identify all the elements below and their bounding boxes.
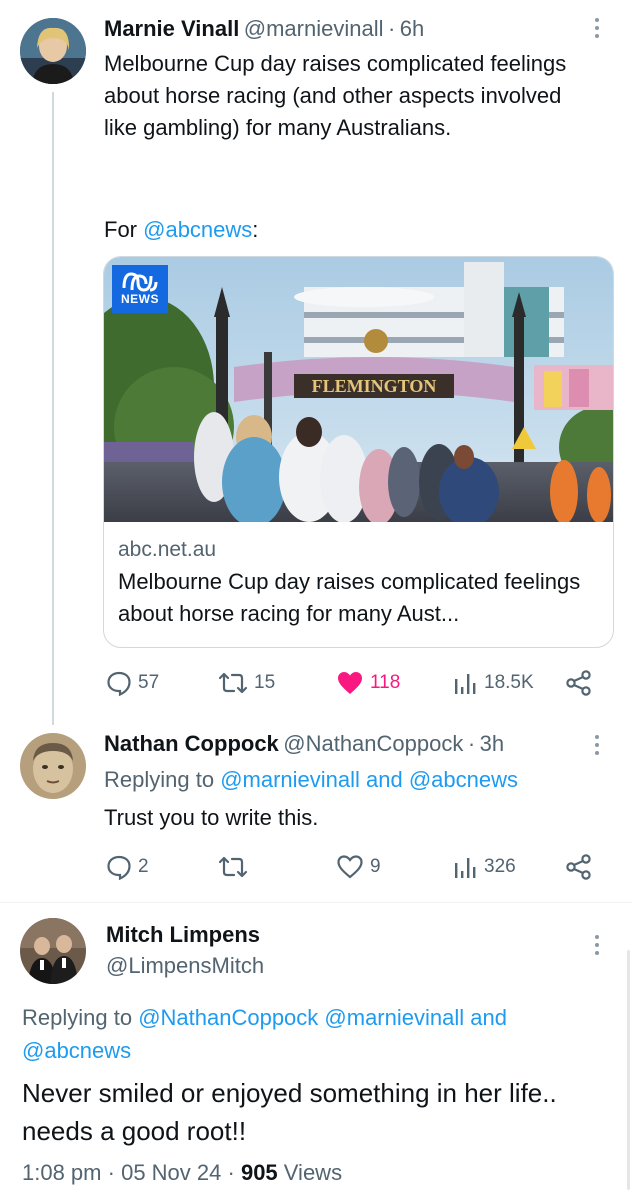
- link-title: Melbourne Cup day raises complicated fee…: [118, 569, 581, 626]
- author-handle[interactable]: @LimpensMitch: [106, 953, 264, 979]
- replying-mentions-line1[interactable]: @NathanCoppock @marnievinall and: [138, 1005, 507, 1030]
- more-options-icon[interactable]: [592, 735, 602, 755]
- tweet-header: Marnie Vinall @marnievinall · 6h: [104, 16, 424, 42]
- divider: [0, 902, 632, 903]
- reply-icon: [107, 671, 131, 696]
- views-button[interactable]: 18.5K: [452, 670, 534, 696]
- for-label: For: [104, 217, 144, 242]
- thread-line: [52, 92, 54, 725]
- views-count: 905: [240, 1160, 278, 1185]
- share-icon[interactable]: [566, 854, 592, 885]
- replying-to-label: Replying to: [104, 767, 221, 792]
- replying-to: Replying to @marnievinall and @abcnews: [104, 764, 518, 796]
- separator-dot: ·: [387, 16, 396, 41]
- replying-mentions-line2[interactable]: @abcnews: [22, 1035, 131, 1067]
- views-count: 326: [484, 856, 516, 877]
- link-card[interactable]: FLEMINGTON NEWS abc.net.au Melbourne Cup…: [103, 256, 614, 648]
- replying-mentions[interactable]: @marnievinall and @abcnews: [220, 767, 518, 792]
- tweet-text: Trust you to write this.: [104, 805, 319, 830]
- separator-dot: ·: [227, 1160, 235, 1185]
- like-button[interactable]: 118: [336, 670, 400, 696]
- avatar[interactable]: [20, 918, 86, 984]
- heart-icon-filled: [338, 672, 362, 694]
- scrollbar[interactable]: [627, 950, 630, 1190]
- like-button[interactable]: 9: [336, 854, 381, 880]
- tweet-text: Melbourne Cup day raises complicated fee…: [104, 51, 567, 140]
- reply-count: 2: [138, 856, 149, 877]
- like-count: 118: [370, 672, 401, 693]
- repost-icon: [218, 856, 248, 878]
- views-count: 18.5K: [484, 672, 534, 693]
- reply-count: 57: [138, 672, 160, 693]
- timestamp[interactable]: 3h: [480, 731, 504, 756]
- views-button[interactable]: 326: [452, 854, 516, 880]
- reply-button[interactable]: 2: [106, 854, 149, 880]
- author-name[interactable]: Nathan Coppock: [104, 731, 279, 756]
- colon: :: [252, 217, 259, 242]
- author-handle[interactable]: @NathanCoppock: [283, 731, 463, 756]
- link-domain: abc.net.au: [118, 538, 217, 561]
- like-count: 9: [370, 856, 381, 877]
- author-name[interactable]: Marnie Vinall: [104, 16, 239, 41]
- timestamp[interactable]: 6h: [400, 16, 424, 41]
- more-options-icon[interactable]: [592, 935, 602, 955]
- repost-button[interactable]: [218, 854, 254, 880]
- abc-logo-icon: [122, 272, 158, 292]
- replying-to: Replying to @NathanCoppock @marnievinall…: [22, 1002, 507, 1034]
- share-icon[interactable]: [566, 670, 592, 701]
- separator-dot: ·: [467, 731, 476, 756]
- reply-icon: [107, 855, 131, 880]
- tweet-header: Nathan Coppock @NathanCoppock · 3h: [104, 731, 504, 757]
- tweet-meta: 1:08 pm · 05 Nov 24 · 905 Views: [22, 1160, 342, 1186]
- separator-dot: ·: [107, 1160, 115, 1185]
- abc-logo-text: NEWS: [121, 292, 159, 306]
- flemington-sign-text: FLEMINGTON: [312, 376, 437, 396]
- post-date[interactable]: 05 Nov 24: [121, 1160, 221, 1185]
- replying-to-label: Replying to: [22, 1005, 139, 1030]
- more-options-icon[interactable]: [592, 18, 602, 38]
- repost-button[interactable]: 15: [218, 670, 275, 696]
- reply-button[interactable]: 57: [106, 670, 159, 696]
- views-label: Views: [277, 1160, 343, 1185]
- views-chart-icon: [455, 674, 476, 694]
- mention-abcnews[interactable]: @abcnews: [143, 217, 252, 242]
- abc-news-logo: NEWS: [112, 265, 168, 313]
- tweet-for-line: For @abcnews:: [104, 214, 258, 246]
- tweet-text: Never smiled or enjoyed something in her…: [22, 1078, 557, 1146]
- heart-icon: [337, 855, 363, 879]
- post-time[interactable]: 1:08 pm: [22, 1160, 102, 1185]
- link-card-image: FLEMINGTON NEWS: [104, 257, 613, 522]
- avatar[interactable]: [20, 18, 86, 84]
- avatar[interactable]: [20, 733, 86, 799]
- repost-icon: [218, 672, 248, 694]
- author-handle[interactable]: @marnievinall: [244, 16, 384, 41]
- repost-count: 15: [254, 672, 276, 693]
- author-name[interactable]: Mitch Limpens: [106, 922, 260, 948]
- views-chart-icon: [455, 858, 476, 878]
